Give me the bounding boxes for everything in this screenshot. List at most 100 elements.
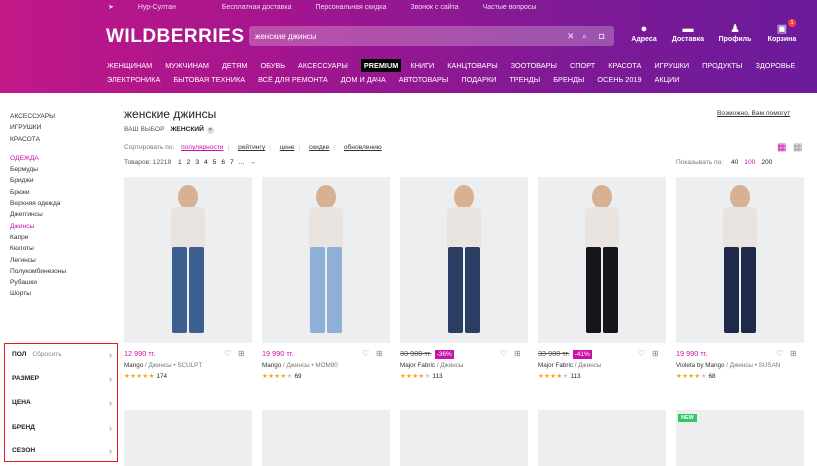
filter-brand[interactable]: БРЕНД ›: [12, 423, 112, 433]
nav-item[interactable]: АКСЕССУАРЫ: [298, 61, 348, 70]
cart-button[interactable]: ▣ 1 Корзина: [760, 19, 804, 43]
profile-button[interactable]: ♟ Профиль: [713, 22, 757, 43]
nav-item[interactable]: ДЕТЯМ: [222, 61, 247, 70]
add-to-cart-icon[interactable]: ⊞: [238, 349, 245, 358]
nav-item[interactable]: КРАСОТА: [608, 61, 641, 70]
delivery-button[interactable]: ▬ Доставка: [666, 22, 710, 43]
product-card[interactable]: 19 990 тг. ♡ ⊞ Mango / Джинсы • MOM80 ★★…: [262, 177, 390, 380]
sidebar-item[interactable]: Брюки: [10, 187, 110, 198]
perpage-option-active[interactable]: 100: [744, 159, 755, 166]
sort-option-discount[interactable]: скидке: [307, 144, 331, 151]
location-link[interactable]: ➤ Нур-Султан: [108, 4, 198, 11]
logo[interactable]: WILDBERRIES: [106, 26, 245, 48]
sidebar-item[interactable]: Верхняя одежда: [10, 198, 110, 209]
nav-item[interactable]: БЫТОВАЯ ТЕХНИКА: [173, 75, 245, 84]
page-link[interactable]: 1: [178, 159, 182, 166]
sort-option-rating[interactable]: рейтингу: [236, 144, 267, 151]
product-image[interactable]: [538, 177, 666, 343]
sort-option-popularity[interactable]: популярности: [179, 144, 225, 151]
nav-item[interactable]: ЖЕНЩИНАМ: [107, 61, 152, 70]
nav-item[interactable]: ПОДАРКИ: [461, 75, 496, 84]
sort-option-price[interactable]: цене: [278, 144, 297, 151]
sidebar-category[interactable]: КРАСОТА: [10, 134, 110, 145]
nav-item[interactable]: АКЦИИ: [655, 75, 680, 84]
page-link[interactable]: 5: [213, 159, 217, 166]
topbar-link-faq[interactable]: Частые вопросы: [483, 4, 537, 11]
heart-icon[interactable]: ♡: [362, 349, 369, 358]
filter-season[interactable]: СЕЗОН ›: [12, 446, 112, 456]
filter-gender[interactable]: ПОЛ Сбросить ›: [12, 350, 112, 360]
nav-item[interactable]: ПРОДУКТЫ: [702, 61, 742, 70]
nav-item[interactable]: ИГРУШКИ: [654, 61, 689, 70]
product-card-image[interactable]: [124, 410, 252, 466]
perpage-option[interactable]: 40: [731, 159, 738, 166]
next-page-arrow[interactable]: →: [249, 159, 256, 166]
heart-icon[interactable]: ♡: [638, 349, 645, 358]
product-card-image[interactable]: NEW: [676, 410, 804, 466]
sidebar-category[interactable]: АКСЕССУАРЫ: [10, 111, 110, 122]
topbar-link-discount[interactable]: Персональная скидка: [315, 4, 386, 11]
remove-filter-icon[interactable]: ✕: [206, 127, 214, 134]
search-input[interactable]: [255, 29, 555, 43]
add-to-cart-icon[interactable]: ⊞: [514, 349, 521, 358]
heart-icon[interactable]: ♡: [224, 349, 231, 358]
grid-large-icon[interactable]: ▦: [793, 143, 803, 153]
nav-item[interactable]: СПОРТ: [570, 61, 595, 70]
page-link[interactable]: 2: [187, 159, 191, 166]
nav-item[interactable]: МУЖЧИНАМ: [165, 61, 209, 70]
sidebar-item[interactable]: Бриджи: [10, 175, 110, 186]
nav-item[interactable]: ЗООТОВАРЫ: [511, 61, 557, 70]
page-link[interactable]: 7: [230, 159, 234, 166]
topbar-link-delivery[interactable]: Бесплатная доставка: [222, 4, 292, 11]
product-card-image[interactable]: [400, 410, 528, 466]
perpage-option[interactable]: 200: [761, 159, 772, 166]
product-image[interactable]: [676, 177, 804, 343]
nav-item[interactable]: КНИГИ: [410, 61, 434, 70]
sidebar-item-active[interactable]: Джинсы: [10, 221, 110, 232]
product-card[interactable]: 12 990 тг. ♡ ⊞ Mango / Джинсы • SCULPT ★…: [124, 177, 252, 380]
page-link[interactable]: 4: [204, 159, 208, 166]
sidebar-item[interactable]: Полукомбинезоны: [10, 266, 110, 277]
nav-item[interactable]: ОБУВЬ: [260, 61, 285, 70]
product-card[interactable]: 19 990 тг. ♡ ⊞ Violeta by Mango / Джинсы…: [676, 177, 804, 380]
sidebar-category[interactable]: ИГРУШКИ: [10, 122, 110, 133]
nav-item[interactable]: ТРЕНДЫ: [509, 75, 540, 84]
grid-small-icon[interactable]: ▦: [777, 143, 787, 153]
sidebar-section-title[interactable]: ОДЕЖДА: [10, 153, 110, 164]
sidebar-item[interactable]: Шорты: [10, 288, 110, 299]
filter-price[interactable]: ЦЕНА ›: [12, 398, 112, 408]
nav-item[interactable]: ВСЁ ДЛЯ РЕМОНТА: [258, 75, 328, 84]
nav-item[interactable]: ЭЛЕКТРОНИКА: [107, 75, 160, 84]
product-card-image[interactable]: [262, 410, 390, 466]
product-card[interactable]: 33 900 тг. -36% ♡ ⊞ Major Fabric / Джинсы…: [400, 177, 528, 380]
sort-option-update[interactable]: обновлению: [342, 144, 384, 151]
heart-icon[interactable]: ♡: [776, 349, 783, 358]
add-to-cart-icon[interactable]: ⊞: [376, 349, 383, 358]
sidebar-item[interactable]: Рубашки: [10, 277, 110, 288]
sidebar-item[interactable]: Легинсы: [10, 255, 110, 266]
search-icon[interactable]: ⌕: [582, 30, 587, 42]
sidebar-item[interactable]: Бермуды: [10, 164, 110, 175]
nav-item[interactable]: ОСЕНЬ 2019: [597, 75, 641, 84]
product-image[interactable]: [400, 177, 528, 343]
filter-size[interactable]: РАЗМЕР ›: [12, 374, 112, 384]
sidebar-item[interactable]: Кюлоты: [10, 243, 110, 254]
nav-item[interactable]: БРЕНДЫ: [553, 75, 584, 84]
sidebar-item[interactable]: Джеггинсы: [10, 209, 110, 220]
heart-icon[interactable]: ♡: [500, 349, 507, 358]
add-to-cart-icon[interactable]: ⊞: [790, 349, 797, 358]
filter-reset-link[interactable]: Сбросить: [32, 351, 61, 358]
product-image[interactable]: [262, 177, 390, 343]
add-to-cart-icon[interactable]: ⊞: [652, 349, 659, 358]
sidebar-item[interactable]: Капри: [10, 232, 110, 243]
product-image[interactable]: [124, 177, 252, 343]
nav-item[interactable]: КАНЦТОВАРЫ: [447, 61, 497, 70]
clear-icon[interactable]: ✕: [567, 30, 575, 42]
nav-item[interactable]: ЗДОРОВЬЕ: [755, 61, 795, 70]
page-link[interactable]: 6: [221, 159, 225, 166]
nav-item[interactable]: АВТОТОВАРЫ: [399, 75, 449, 84]
page-link[interactable]: 3: [195, 159, 199, 166]
product-card-image[interactable]: [538, 410, 666, 466]
topbar-link-callback[interactable]: Звонок с сайта: [410, 4, 458, 11]
help-link[interactable]: Возможно, Вам помогут: [717, 110, 790, 117]
